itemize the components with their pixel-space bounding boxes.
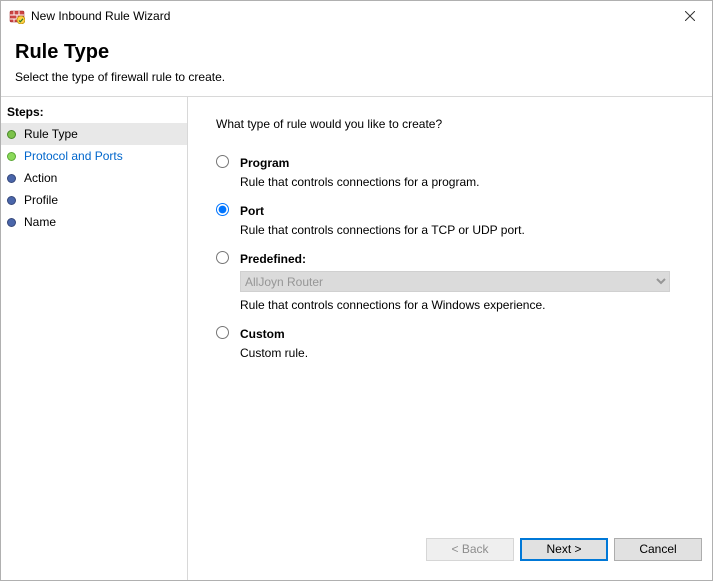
step-label: Action xyxy=(24,171,57,185)
titlebar: New Inbound Rule Wizard xyxy=(1,1,712,31)
content-pane: What type of rule would you like to crea… xyxy=(188,97,712,580)
back-button: < Back xyxy=(426,538,514,561)
option-program-title[interactable]: Program xyxy=(240,155,684,171)
option-program-desc: Rule that controls connections for a pro… xyxy=(240,175,684,189)
firewall-icon xyxy=(9,8,25,24)
radio-port-wrap[interactable] xyxy=(216,203,229,219)
close-button[interactable] xyxy=(667,1,712,31)
page-title: Rule Type xyxy=(15,41,698,64)
step-item[interactable]: Name xyxy=(1,211,187,233)
option-custom: Custom Custom rule. xyxy=(200,326,684,360)
rule-type-prompt: What type of rule would you like to crea… xyxy=(216,117,684,131)
wizard-footer: < Back Next > Cancel xyxy=(188,526,712,580)
wizard-header: Rule Type Select the type of firewall ru… xyxy=(1,31,712,96)
wizard-body: Steps: Rule Type Protocol and Ports Action… xyxy=(1,96,712,580)
step-item[interactable]: Protocol and Ports xyxy=(1,145,187,167)
option-predefined-title[interactable]: Predefined: xyxy=(240,251,684,267)
step-bullet-icon xyxy=(7,196,16,205)
step-label: Rule Type xyxy=(24,127,78,141)
option-predefined-desc: Rule that controls connections for a Win… xyxy=(240,298,684,312)
radio-predefined-wrap[interactable] xyxy=(216,251,229,267)
close-icon xyxy=(685,11,695,21)
radio-program-wrap[interactable] xyxy=(216,155,229,171)
option-predefined: Predefined: AllJoyn Router Rule that con… xyxy=(200,251,684,312)
rule-type-options: Program Rule that controls connections f… xyxy=(200,155,684,360)
radio-predefined[interactable] xyxy=(216,251,229,264)
radio-custom[interactable] xyxy=(216,326,229,339)
option-custom-desc: Custom rule. xyxy=(240,346,684,360)
page-subtitle: Select the type of firewall rule to crea… xyxy=(15,70,698,84)
option-custom-title[interactable]: Custom xyxy=(240,326,684,342)
step-item[interactable]: Rule Type xyxy=(1,123,187,145)
steps-heading: Steps: xyxy=(1,103,187,123)
radio-custom-wrap[interactable] xyxy=(216,326,229,342)
option-port-desc: Rule that controls connections for a TCP… xyxy=(240,223,684,237)
cancel-button[interactable]: Cancel xyxy=(614,538,702,561)
steps-list: Rule Type Protocol and Ports Action Profile… xyxy=(1,123,187,233)
window-title: New Inbound Rule Wizard xyxy=(31,9,667,23)
radio-program[interactable] xyxy=(216,155,229,168)
step-bullet-icon xyxy=(7,152,16,161)
step-label: Profile xyxy=(24,193,58,207)
step-item[interactable]: Action xyxy=(1,167,187,189)
option-port: Port Rule that controls connections for … xyxy=(200,203,684,237)
step-label: Protocol and Ports xyxy=(24,149,123,163)
content-inner: What type of rule would you like to crea… xyxy=(188,97,712,526)
step-bullet-icon xyxy=(7,174,16,183)
step-bullet-icon xyxy=(7,218,16,227)
steps-pane: Steps: Rule Type Protocol and Ports Action… xyxy=(1,97,188,580)
wizard-window: New Inbound Rule Wizard Rule Type Select… xyxy=(0,0,713,581)
option-port-title[interactable]: Port xyxy=(240,203,684,219)
predefined-select-wrap: AllJoyn Router xyxy=(240,271,684,292)
step-label: Name xyxy=(24,215,56,229)
next-button[interactable]: Next > xyxy=(520,538,608,561)
step-item[interactable]: Profile xyxy=(1,189,187,211)
radio-port[interactable] xyxy=(216,203,229,216)
option-program: Program Rule that controls connections f… xyxy=(200,155,684,189)
step-bullet-icon xyxy=(7,130,16,139)
predefined-select: AllJoyn Router xyxy=(240,271,670,292)
